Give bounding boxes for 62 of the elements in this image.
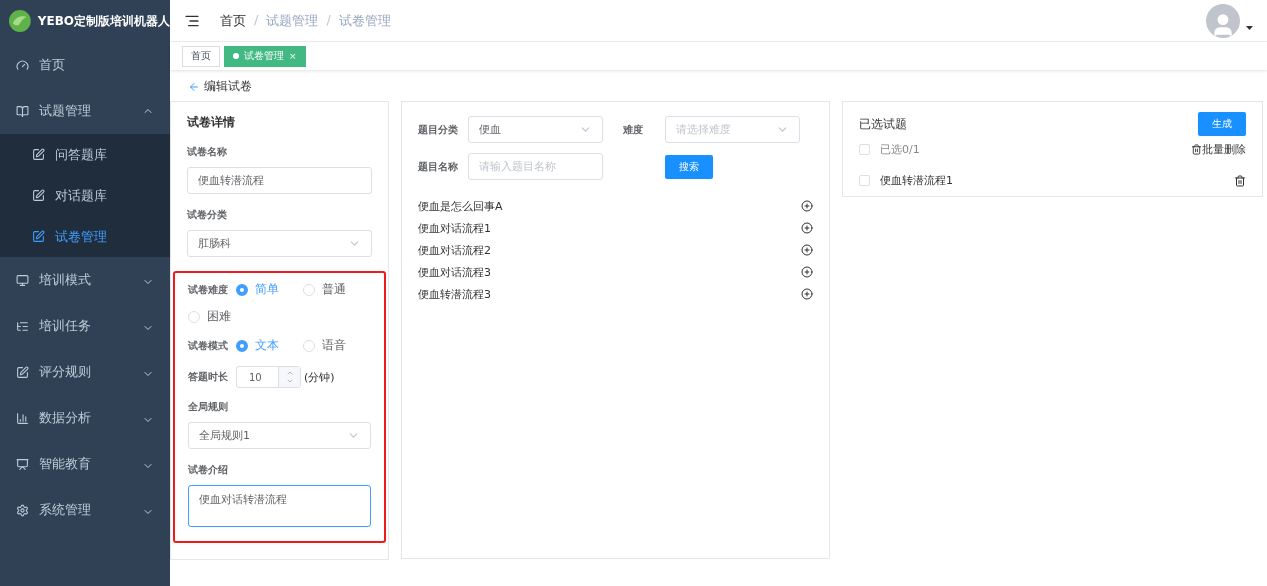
select-field[interactable]: 肛肠科: [187, 230, 372, 257]
unit-label: (分钟): [304, 369, 335, 385]
radio-option[interactable]: 普通: [303, 281, 346, 298]
textarea-field[interactable]: 便血对话转潜流程: [188, 485, 371, 527]
leaf-logo-icon: [8, 9, 32, 33]
checkbox[interactable]: [859, 144, 870, 155]
select-field[interactable]: 全局规则1: [188, 422, 371, 449]
field-label: 试卷难度: [188, 282, 228, 297]
field-label: 答题时长: [188, 370, 228, 384]
input-field[interactable]: 便血转潜流程: [187, 167, 372, 194]
add-icon[interactable]: [801, 200, 813, 212]
menu-item[interactable]: 智能教育: [0, 441, 170, 487]
checkbox[interactable]: [859, 175, 870, 186]
edit-icon: [32, 230, 45, 243]
panel-title: 已选试题: [859, 115, 907, 133]
breadcrumb-item: 试卷管理: [338, 11, 391, 30]
batch-delete-link[interactable]: 批量删除: [1191, 142, 1246, 157]
edit-icon: [32, 148, 45, 161]
submenu-item[interactable]: 试卷管理: [0, 216, 170, 257]
field-label: 试卷名称: [187, 145, 228, 159]
question-item: 便血对话流程2: [418, 242, 491, 258]
menu-item[interactable]: 系统管理: [0, 487, 170, 533]
menu-item[interactable]: 培训模式: [0, 257, 170, 303]
breadcrumb-separator: /: [326, 11, 331, 29]
field-label: 题目名称: [418, 159, 459, 174]
menu-item[interactable]: 培训任务: [0, 303, 170, 349]
menu-item[interactable]: 评分规则: [0, 349, 170, 395]
app-title: YEBO定制版培训机器人: [37, 12, 170, 30]
submenu-item[interactable]: 对话题库: [0, 175, 170, 216]
page-title: 编辑试卷: [204, 78, 252, 95]
panel-title: 试卷详情: [187, 114, 236, 131]
breadcrumb-item: 试题管理: [266, 11, 319, 30]
select-field[interactable]: 便血: [468, 116, 603, 143]
trash-icon[interactable]: [1234, 174, 1246, 187]
menu-item[interactable]: 数据分析: [0, 395, 170, 441]
field-label: 题目分类: [418, 122, 459, 137]
field-label: 试卷介绍: [188, 463, 229, 477]
question-item: 便血转潜流程3: [418, 286, 491, 302]
menu-item[interactable]: 首页: [0, 42, 170, 88]
breadcrumb-separator: /: [254, 11, 259, 29]
selected-count: 已选0/1: [880, 142, 920, 157]
selected-item: 便血转潜流程1: [880, 173, 953, 188]
add-icon[interactable]: [801, 222, 813, 234]
caret-icon[interactable]: [1246, 25, 1253, 30]
submenu-item[interactable]: 问答题库: [0, 134, 170, 175]
trash-icon: [1191, 144, 1202, 155]
edit-icon: [32, 189, 45, 202]
add-icon[interactable]: [801, 244, 813, 256]
field-label: 试卷分类: [187, 208, 228, 222]
breadcrumb-item[interactable]: 首页: [220, 11, 246, 30]
field-label: 全局规则: [188, 400, 229, 414]
question-item: 便血对话流程3: [418, 264, 491, 280]
tab[interactable]: 首页: [182, 45, 220, 67]
add-icon[interactable]: [801, 266, 813, 278]
question-item: 便血对话流程1: [418, 220, 491, 236]
radio-option[interactable]: 困难: [188, 308, 231, 325]
add-icon[interactable]: [801, 288, 813, 300]
field-label: 难度: [623, 122, 644, 137]
field-label: 试卷模式: [188, 338, 228, 353]
question-item: 便血是怎么回事A: [418, 198, 503, 214]
menu-item[interactable]: 试题管理: [0, 88, 170, 134]
radio-option[interactable]: 语音: [303, 337, 346, 354]
